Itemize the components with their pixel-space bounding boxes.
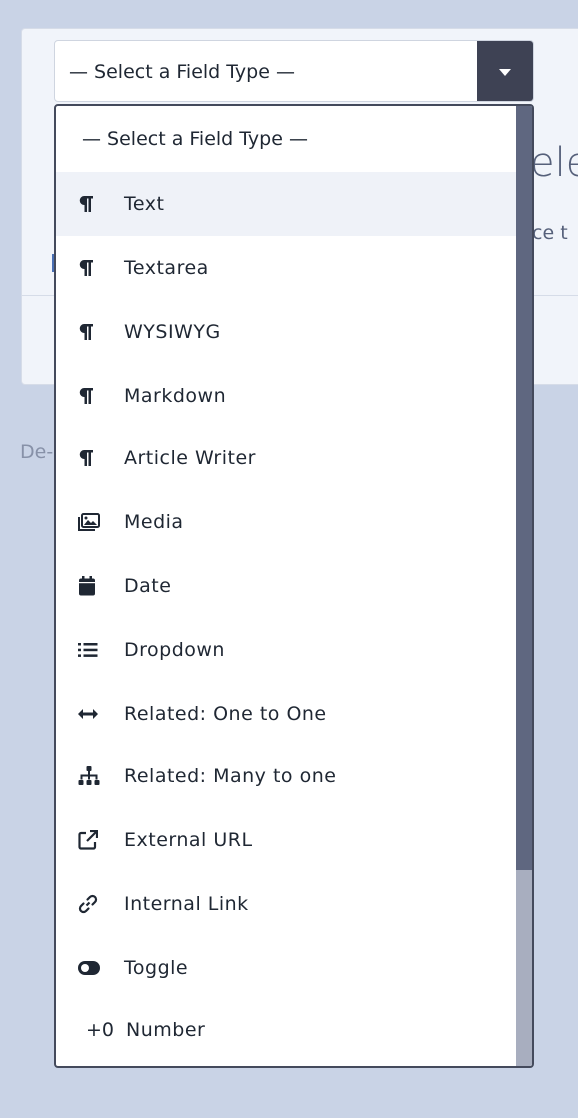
images-icon	[78, 513, 124, 531]
dropdown-placeholder-option[interactable]: — Select a Field Type —	[56, 106, 516, 172]
select-toggle-button[interactable]	[477, 41, 533, 101]
option-label: Markdown	[124, 385, 227, 407]
option-textarea[interactable]: Textarea	[56, 236, 516, 300]
option-label: Textarea	[124, 257, 209, 279]
field-type-dropdown[interactable]: — Select a Field Type — Text Textarea WY…	[54, 104, 534, 1068]
option-markdown[interactable]: Markdown	[56, 364, 516, 428]
option-related-many-to-one[interactable]: Related: Many to one	[56, 744, 516, 808]
option-label: Related: Many to one	[124, 765, 337, 787]
option-label: Media	[124, 511, 184, 533]
toggle-icon	[78, 961, 124, 975]
paragraph-icon	[78, 195, 124, 213]
sitemap-icon	[78, 766, 124, 786]
scrollbar-thumb[interactable]	[516, 106, 532, 870]
background-heading: ele	[530, 140, 578, 186]
option-label: Article Writer	[124, 447, 256, 469]
background-deleted-text: De-	[20, 441, 54, 463]
option-external-url[interactable]: External URL	[56, 808, 516, 872]
arrows-horizontal-icon	[78, 708, 124, 720]
list-icon	[78, 642, 124, 658]
option-label: Toggle	[124, 957, 189, 979]
option-internal-link[interactable]: Internal Link	[56, 872, 516, 936]
option-article-writer[interactable]: Article Writer	[56, 426, 516, 490]
option-label: WYSIWYG	[124, 321, 221, 343]
link-icon	[78, 894, 124, 914]
option-toggle[interactable]: Toggle	[56, 936, 516, 1000]
option-label: External URL	[124, 829, 253, 851]
option-number[interactable]: +0 Number	[56, 998, 516, 1062]
paragraph-icon	[78, 449, 124, 467]
select-value: — Select a Field Type —	[69, 61, 295, 83]
dropdown-scrollbar[interactable]	[516, 106, 532, 1066]
option-label: Related: One to One	[124, 703, 327, 725]
paragraph-icon	[78, 387, 124, 405]
paragraph-icon	[78, 323, 124, 341]
external-link-icon	[78, 830, 124, 850]
option-label: Number	[126, 1019, 206, 1041]
calendar-icon	[78, 576, 124, 596]
option-label: Text	[124, 193, 165, 215]
option-label: Date	[124, 575, 172, 597]
field-type-select[interactable]: — Select a Field Type —	[54, 40, 534, 102]
option-related-one-to-one[interactable]: Related: One to One	[56, 682, 516, 746]
caret-down-icon	[499, 62, 511, 81]
option-text[interactable]: Text	[56, 172, 516, 236]
number-icon: +0	[86, 1019, 115, 1041]
option-label: Dropdown	[124, 639, 225, 661]
option-media[interactable]: Media	[56, 490, 516, 554]
paragraph-icon	[78, 259, 124, 277]
option-dropdown[interactable]: Dropdown	[56, 618, 516, 682]
option-date[interactable]: Date	[56, 554, 516, 618]
option-wysiwyg[interactable]: WYSIWYG	[56, 300, 516, 364]
option-label: Internal Link	[124, 893, 249, 915]
